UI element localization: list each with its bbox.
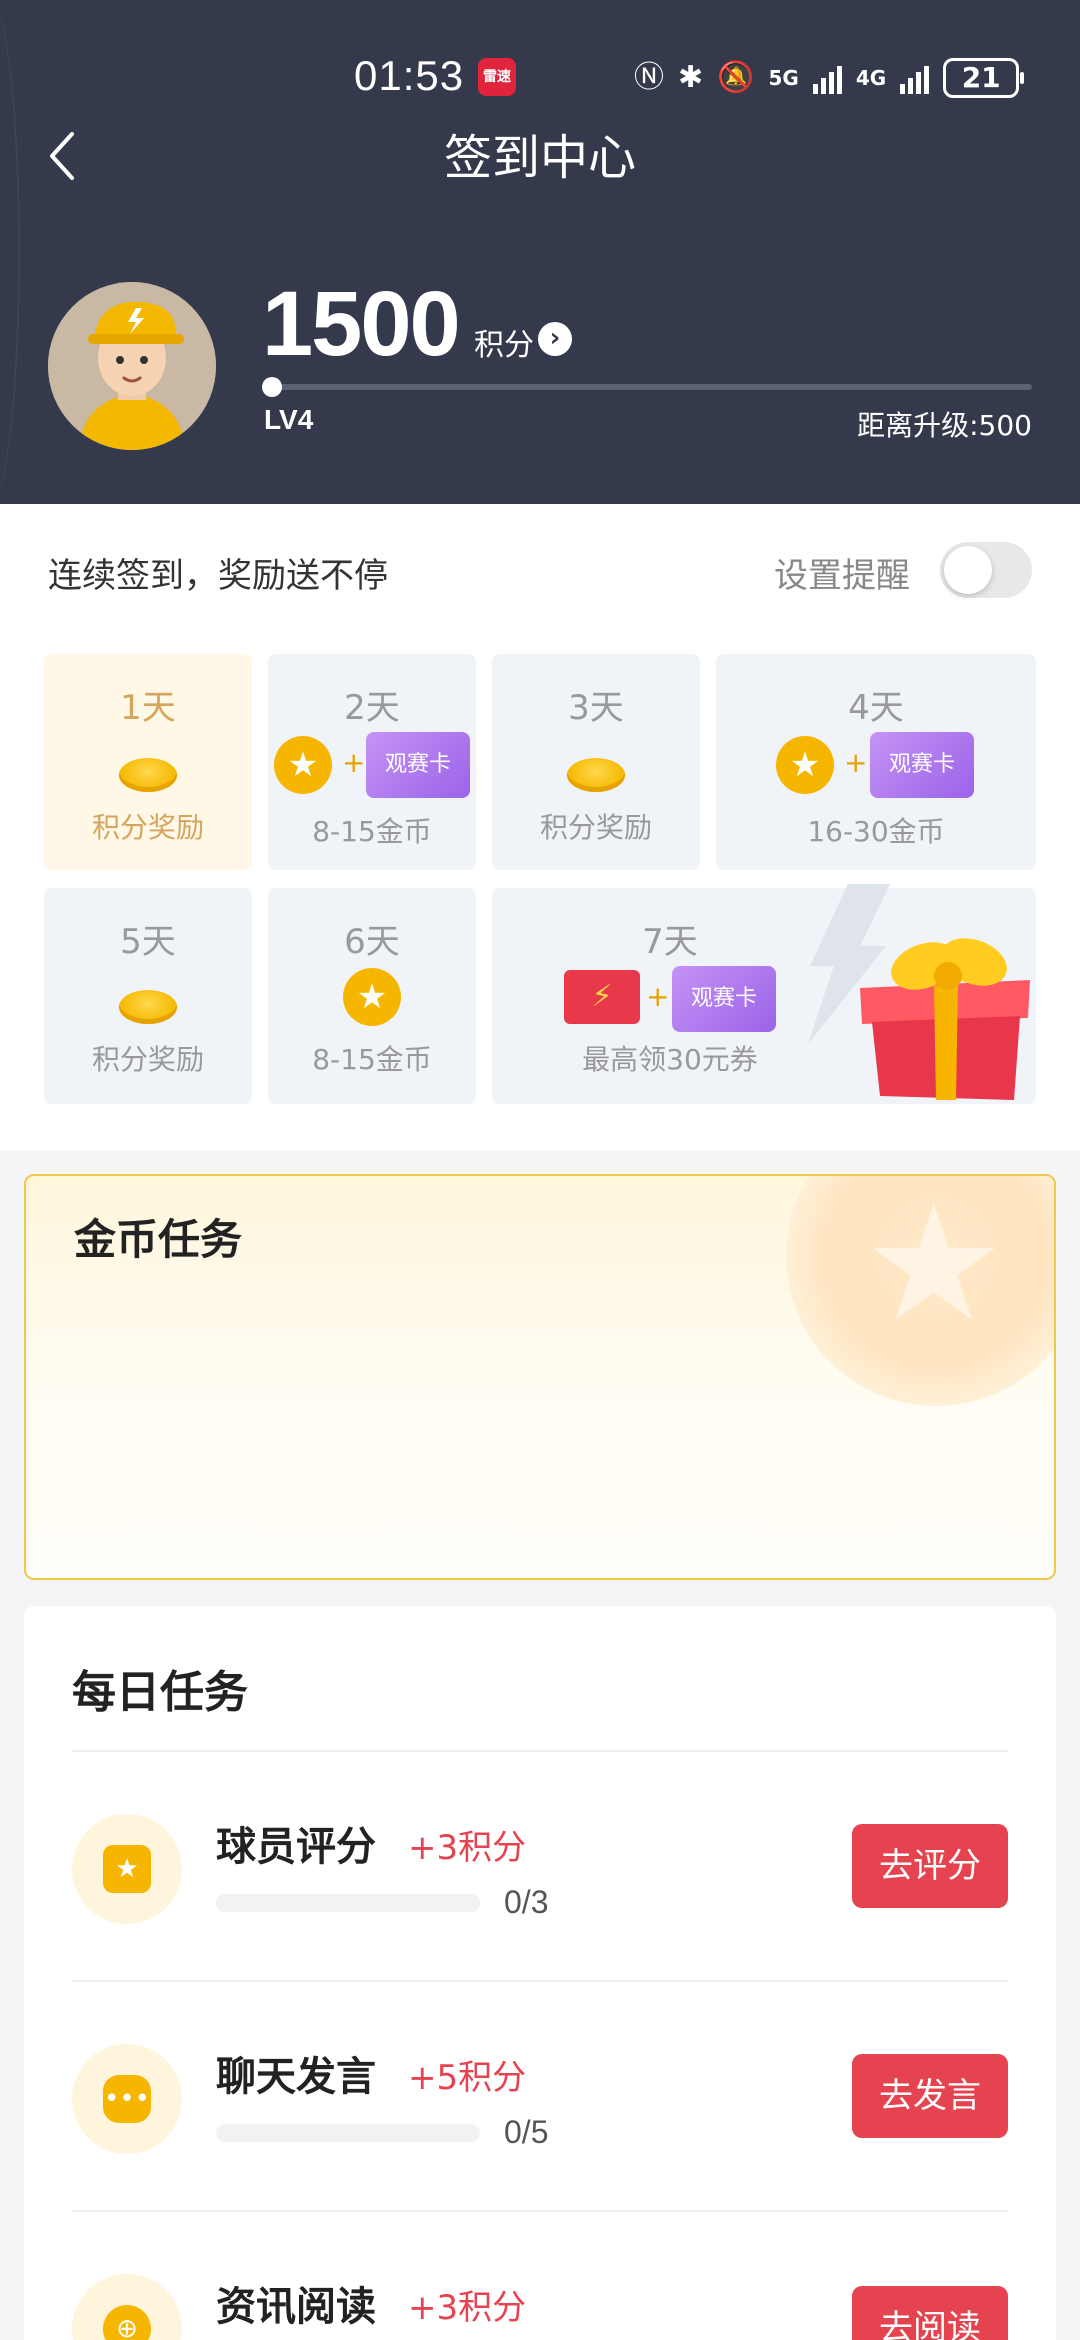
day-label: 5天 bbox=[120, 922, 176, 962]
task-progress-text: 0/3 bbox=[504, 1884, 549, 1920]
signin-day-6[interactable]: 6天 ★ 8-15金币 bbox=[268, 888, 476, 1104]
level-progress-indicator bbox=[262, 377, 282, 397]
task-name: 聊天发言 bbox=[216, 2054, 376, 2100]
day-reward: 积分奖励 bbox=[91, 1043, 204, 1076]
coin-tasks-title: 金币任务 bbox=[74, 1215, 243, 1264]
points-unit[interactable]: 积分 bbox=[474, 320, 534, 364]
network-5g-label: 5G bbox=[768, 66, 799, 90]
day-label: 1天 bbox=[120, 688, 176, 728]
read-button[interactable]: 去阅读 bbox=[852, 2286, 1008, 2340]
task-points: +5积分 bbox=[408, 2058, 527, 2098]
avatar[interactable] bbox=[48, 282, 216, 450]
task-name: 球员评分 bbox=[216, 1824, 376, 1870]
bluetooth-icon: ✱ bbox=[678, 60, 704, 95]
divider bbox=[72, 1750, 1008, 1752]
task-progress-bar bbox=[216, 1894, 480, 1912]
daily-tasks-panel: 每日任务 ★ 球员评分 +3积分 0/3 去评分 ••• 聊天发言 +5积分 0… bbox=[24, 1606, 1056, 2340]
battery-icon: 21 bbox=[943, 58, 1025, 98]
plus-icon: + bbox=[646, 980, 670, 1013]
daily-tasks-title: 每日任务 bbox=[72, 1667, 248, 1718]
day-reward: 最高领30元券 bbox=[582, 1043, 758, 1076]
day-reward: 8-15金币 bbox=[312, 1043, 432, 1076]
level-progress-bar bbox=[270, 384, 1032, 390]
divider bbox=[72, 2210, 1008, 2212]
task-points: +3积分 bbox=[408, 1828, 527, 1868]
signin-day-1[interactable]: 1天 积分奖励 bbox=[44, 654, 252, 870]
rate-button[interactable]: 去评分 bbox=[852, 1824, 1008, 1908]
day-label: 4天 bbox=[848, 688, 904, 728]
nfc-icon: Ⓝ bbox=[634, 60, 664, 95]
clipboard-star-icon: ★ bbox=[72, 1814, 182, 1924]
reminder-label: 设置提醒 bbox=[774, 556, 910, 596]
mute-icon: 🔕 bbox=[717, 60, 755, 95]
chat-button[interactable]: 去发言 bbox=[852, 2054, 1008, 2138]
day-reward: 8-15金币 bbox=[312, 815, 432, 848]
day-reward: 16-30金币 bbox=[807, 815, 945, 848]
coin-icon bbox=[119, 990, 177, 1024]
level-remaining: 距离升级:500 bbox=[857, 409, 1032, 442]
globe-icon: ⊕ bbox=[72, 2274, 182, 2340]
signin-day-5[interactable]: 5天 积分奖励 bbox=[44, 888, 252, 1104]
clipboard-star-glyph: ★ bbox=[103, 1845, 151, 1893]
watch-card-badge: 观赛卡 bbox=[672, 966, 776, 1032]
coin-icon bbox=[119, 758, 177, 792]
watch-card-badge: 观赛卡 bbox=[870, 732, 974, 798]
chevron-right-icon[interactable]: › bbox=[538, 322, 572, 356]
star-coin-icon: ★ bbox=[274, 736, 332, 794]
task-points: +3积分 bbox=[408, 2288, 527, 2328]
points-value: 1500 bbox=[262, 273, 461, 375]
status-time: 01:53 bbox=[354, 52, 465, 99]
signin-day-3[interactable]: 3天 积分奖励 bbox=[492, 654, 700, 870]
divider bbox=[72, 1980, 1008, 1982]
task-progress-bar bbox=[216, 2124, 480, 2142]
star-coin-icon: ★ bbox=[776, 736, 834, 794]
level-label: LV4 bbox=[264, 404, 314, 435]
coupon-ticket-icon: ⚡ bbox=[564, 970, 640, 1024]
signal-4g-icon bbox=[900, 62, 930, 94]
plus-icon: + bbox=[844, 746, 868, 779]
reminder-toggle[interactable] bbox=[940, 542, 1032, 598]
day-label: 3天 bbox=[568, 688, 624, 728]
star-coin-icon: ★ bbox=[343, 968, 401, 1026]
day-label: 7天 bbox=[642, 922, 698, 962]
status-bar: 01:53 雷速 Ⓝ ✱ 🔕 5G 4G 21 bbox=[0, 52, 1080, 104]
signin-day-4[interactable]: 4天 ★ + 观赛卡 16-30金币 bbox=[716, 654, 1036, 870]
coin-icon bbox=[567, 758, 625, 792]
gift-box-icon bbox=[860, 938, 1030, 1100]
app-notification-icon: 雷速 bbox=[478, 58, 516, 96]
chat-bubble-icon: ••• bbox=[72, 2044, 182, 2154]
task-progress-text: 0/5 bbox=[504, 2114, 549, 2150]
signal-5g-icon bbox=[812, 62, 842, 94]
day-label: 6天 bbox=[344, 922, 400, 962]
chat-bubble-glyph: ••• bbox=[103, 2075, 151, 2123]
globe-glyph: ⊕ bbox=[103, 2305, 151, 2340]
signin-section: 连续签到，奖励送不停 设置提醒 1天 积分奖励 2天 ★ + 观赛卡 8-15金… bbox=[0, 504, 1080, 1150]
user-avatar-icon bbox=[48, 282, 216, 450]
task-name: 资讯阅读 bbox=[216, 2284, 376, 2330]
coin-tasks-panel: ★ 金币任务 bbox=[24, 1174, 1056, 1580]
status-icons: Ⓝ ✱ 🔕 5G 4G 21 bbox=[634, 56, 1025, 100]
day-label: 2天 bbox=[344, 688, 400, 728]
day-reward: 积分奖励 bbox=[91, 811, 204, 844]
signin-day-2[interactable]: 2天 ★ + 观赛卡 8-15金币 bbox=[268, 654, 476, 870]
signin-title: 连续签到，奖励送不停 bbox=[48, 556, 388, 596]
watch-card-badge: 观赛卡 bbox=[366, 732, 470, 798]
page-title: 签到中心 bbox=[443, 130, 636, 186]
day-reward: 积分奖励 bbox=[539, 811, 652, 844]
star-decoration-icon: ★ bbox=[862, 1174, 1006, 1357]
header: 01:53 雷速 Ⓝ ✱ 🔕 5G 4G 21 签到中心 1500 积分 › L… bbox=[0, 0, 1080, 504]
plus-icon: + bbox=[342, 746, 366, 779]
network-4g-label: 4G bbox=[855, 66, 887, 90]
